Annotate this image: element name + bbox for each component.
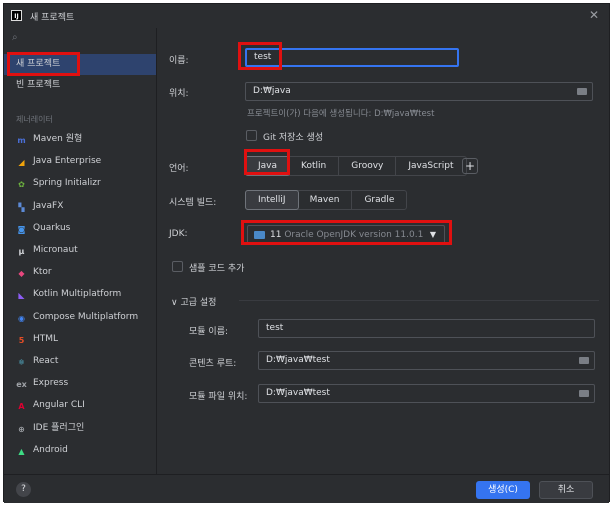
sidebar-item-label: HTML xyxy=(33,333,59,344)
advanced-divider xyxy=(239,300,599,301)
title-bar: IJ 새 프로젝트 ✕ xyxy=(4,4,609,28)
javafx-icon: ▚ xyxy=(18,202,25,212)
location-hint: 프로젝트이(가) 다음에 생성됩니다: D:₩java₩test xyxy=(247,109,435,119)
git-checkbox[interactable] xyxy=(246,130,257,141)
language-option-javascript[interactable]: JavaScript xyxy=(396,157,465,175)
new-project-dialog: IJ 새 프로젝트 ✕ ⌕ 새 프로젝트 빈 프로젝트 제너레이터 m Maven… xyxy=(3,3,610,503)
window-title: 새 프로젝트 xyxy=(30,13,75,23)
java-enterprise-icon: ◢ xyxy=(18,158,25,168)
sidebar-item-spring[interactable]: ✿ Spring Initializr xyxy=(4,173,156,194)
build-system-segmented-control: IntelliJ Maven Gradle xyxy=(245,190,408,210)
sidebar-item-label: IDE 플러그인 xyxy=(33,422,85,433)
angular-icon: A xyxy=(18,402,25,412)
sidebar-item-android[interactable]: ▲ Android xyxy=(4,440,156,461)
jdk-label: JDK: xyxy=(169,229,188,239)
cancel-button[interactable]: 취소 xyxy=(539,481,593,499)
sidebar-item-label: Maven 원형 xyxy=(33,134,83,144)
sidebar-item-java-enterprise[interactable]: ◢ Java Enterprise xyxy=(4,151,156,172)
sidebar-item-ktor[interactable]: ◆ Ktor xyxy=(4,262,156,283)
kotlin-icon: ◣ xyxy=(18,291,25,301)
sidebar-item-label: Kotlin Multiplatform xyxy=(33,289,122,300)
search-icon[interactable]: ⌕ xyxy=(12,32,18,43)
ktor-icon: ◆ xyxy=(18,269,25,279)
create-button[interactable]: 생성(C) xyxy=(476,481,530,499)
build-system-label: 시스템 빌드: xyxy=(169,198,217,208)
language-option-groovy[interactable]: Groovy xyxy=(339,157,397,175)
build-option-intellij[interactable]: IntelliJ xyxy=(245,190,299,210)
main-form: 이름: test 위치: D:₩java 프로젝트이(가) 다음에 생성됩니다:… xyxy=(157,28,609,474)
sidebar-item-plugin[interactable]: ⊕ IDE 플러그인 xyxy=(4,418,156,439)
sidebar-item-angular[interactable]: A Angular CLI xyxy=(4,395,156,416)
quarkus-icon: ◙ xyxy=(17,224,26,234)
sample-code-label: 샘플 코드 추가 xyxy=(189,264,245,274)
module-file-label: 모듈 파일 위치: xyxy=(189,392,248,402)
sidebar-item-express[interactable]: ex Express xyxy=(4,373,156,394)
help-icon[interactable]: ? xyxy=(16,482,31,497)
sidebar-item-label: Spring Initializr xyxy=(33,178,101,189)
sidebar-item-quarkus[interactable]: ◙ Quarkus xyxy=(4,218,156,239)
spring-icon: ✿ xyxy=(18,180,25,190)
content-root-label: 콘텐츠 루트: xyxy=(189,359,237,369)
location-value: D:₩java xyxy=(253,86,291,96)
plugin-icon: ⊕ xyxy=(18,424,25,434)
location-label: 위치: xyxy=(169,89,189,99)
sidebar-item-label: Express xyxy=(33,378,69,389)
module-name-input[interactable]: test xyxy=(258,319,595,338)
folder-icon[interactable] xyxy=(577,88,587,95)
sample-code-checkbox[interactable] xyxy=(172,261,183,272)
git-checkbox-label: Git 저장소 생성 xyxy=(263,133,324,143)
sidebar-item-label: Java Enterprise xyxy=(33,156,102,167)
content-root-value: D:₩java₩test xyxy=(266,355,330,365)
sidebar-item-label: Ktor xyxy=(33,267,52,278)
generators-section-label: 제너레이터 xyxy=(16,115,53,124)
sidebar-item-maven[interactable]: m Maven 원형 xyxy=(4,129,156,150)
module-name-label: 모듈 이름: xyxy=(189,327,229,337)
name-label: 이름: xyxy=(169,56,189,66)
highlight-box-jdk xyxy=(241,220,452,245)
react-icon: ⚛ xyxy=(17,358,26,367)
sidebar-item-micronaut[interactable]: μ Micronaut xyxy=(4,240,156,261)
sidebar-item-label: Micronaut xyxy=(33,245,78,255)
build-option-gradle[interactable]: Gradle xyxy=(352,191,406,209)
sidebar: ⌕ 새 프로젝트 빈 프로젝트 제너레이터 m Maven 원형 ◢ Java Ent… xyxy=(4,28,157,474)
android-icon: ▲ xyxy=(18,446,25,456)
sidebar-item-react[interactable]: ⚛ React xyxy=(4,351,156,372)
add-language-button[interactable]: + xyxy=(462,158,478,174)
sidebar-item-label: Android xyxy=(33,444,68,455)
module-file-input[interactable]: D:₩java₩test xyxy=(258,384,595,403)
html-icon: 5 xyxy=(18,335,25,345)
sidebar-item-label: Compose Multiplatform xyxy=(33,311,139,322)
maven-icon: m xyxy=(17,136,26,145)
sidebar-item-kotlin[interactable]: ◣ Kotlin Multiplatform xyxy=(4,284,156,305)
express-icon: ex xyxy=(16,380,27,390)
location-input[interactable]: D:₩java xyxy=(245,82,593,101)
module-file-value: D:₩java₩test xyxy=(266,388,330,398)
sidebar-item-javafx[interactable]: ▚ JavaFX xyxy=(4,196,156,217)
intellij-logo-icon: IJ xyxy=(11,10,22,21)
folder-icon[interactable] xyxy=(579,357,589,364)
build-option-maven[interactable]: Maven xyxy=(298,191,353,209)
sidebar-item-label: Angular CLI xyxy=(33,400,85,411)
highlight-box-new-project xyxy=(7,52,80,76)
sidebar-item-label: JavaFX xyxy=(33,200,64,211)
sidebar-item-empty-project[interactable]: 빈 프로젝트 xyxy=(4,75,156,96)
content-root-input[interactable]: D:₩java₩test xyxy=(258,351,595,370)
language-option-kotlin[interactable]: Kotlin xyxy=(289,157,340,175)
sidebar-item-label: React xyxy=(33,356,59,366)
sidebar-item-html[interactable]: 5 HTML xyxy=(4,329,156,350)
folder-icon[interactable] xyxy=(579,390,589,397)
highlight-box-java xyxy=(244,149,290,175)
close-icon[interactable]: ✕ xyxy=(589,8,599,22)
sidebar-item-label: Quarkus xyxy=(33,222,71,233)
language-label: 언어: xyxy=(169,164,189,174)
sidebar-item-compose[interactable]: ◉ Compose Multiplatform xyxy=(4,307,156,328)
micronaut-icon: μ xyxy=(18,247,25,256)
highlight-box-name xyxy=(238,42,282,70)
advanced-settings-label: 고급 설정 xyxy=(180,298,217,308)
dialog-footer: ? 생성(C) 취소 xyxy=(4,474,609,503)
compose-icon: ◉ xyxy=(18,313,25,323)
advanced-settings-toggle[interactable]: ∨ 고급 설정 xyxy=(171,295,216,308)
